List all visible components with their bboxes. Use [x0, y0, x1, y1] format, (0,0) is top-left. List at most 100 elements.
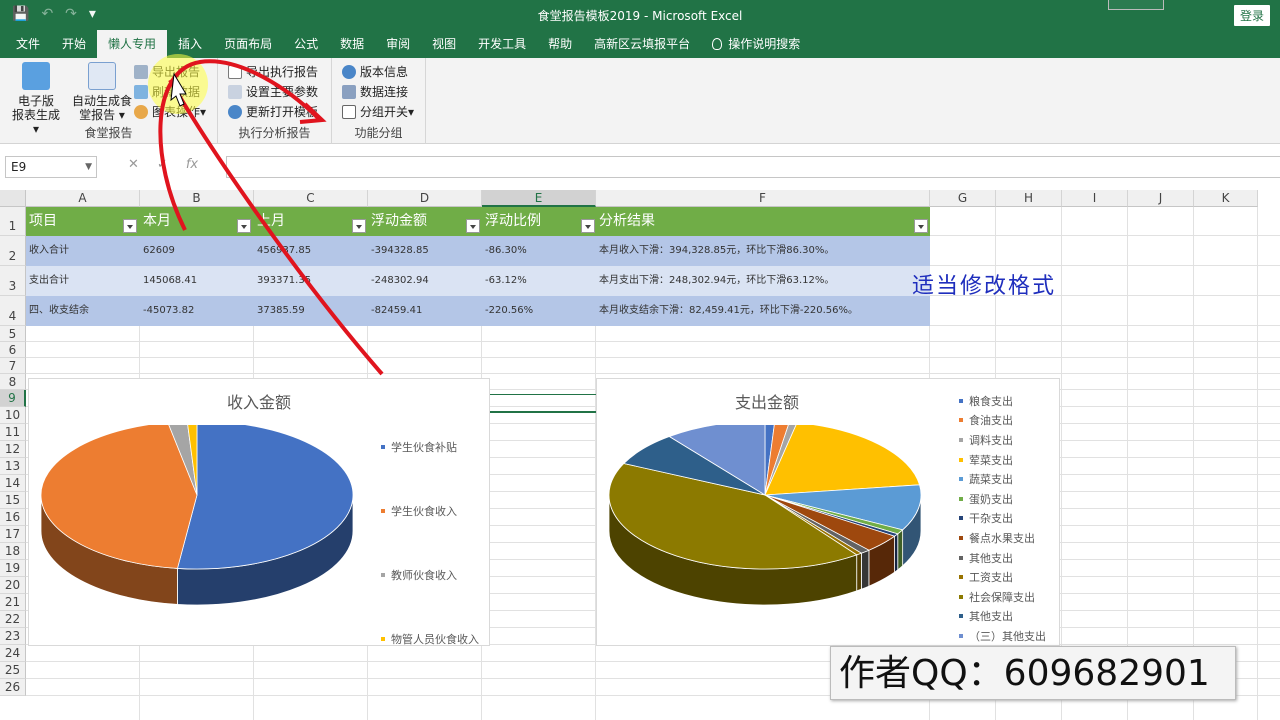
column-header-g[interactable]: G — [930, 190, 996, 207]
chart-operation-button[interactable]: 图表操作 ▾ — [134, 102, 206, 122]
tab-cloud-platform[interactable]: 高新区云填报平台 — [583, 30, 701, 58]
column-header-f[interactable]: F — [596, 190, 930, 207]
row-header-6[interactable]: 6 — [0, 342, 26, 358]
row-header-16[interactable]: 16 — [0, 509, 26, 526]
tab-data[interactable]: 数据 — [329, 30, 375, 58]
row-header-21[interactable]: 21 — [0, 594, 26, 611]
filter-dropdown-icon[interactable] — [914, 219, 928, 233]
table-cell[interactable]: -63.12% — [482, 266, 527, 296]
row-header-25[interactable]: 25 — [0, 662, 26, 679]
pie-slice-side — [860, 549, 870, 590]
tab-tell-me[interactable]: 操作说明搜索 — [701, 30, 811, 58]
data-connection-button[interactable]: 数据连接 — [342, 82, 408, 102]
table-cell[interactable]: -86.30% — [482, 236, 527, 266]
table-cell[interactable]: 收入合计 — [26, 236, 69, 266]
tab-home[interactable]: 开始 — [51, 30, 97, 58]
select-all-corner[interactable] — [0, 190, 26, 207]
column-header-b[interactable]: B — [140, 190, 254, 207]
row-header-4[interactable]: 4 — [0, 296, 26, 326]
column-header-c[interactable]: C — [254, 190, 368, 207]
row-header-10[interactable]: 10 — [0, 407, 26, 424]
tab-formulas[interactable]: 公式 — [283, 30, 329, 58]
expense-chart[interactable]: 支出金额 粮食支出 食油支出 调料支出 荤菜支出 蔬菜支出 蛋奶支出 干杂支出 餐点水果支出其… — [596, 378, 1060, 646]
row-header-19[interactable]: 19 — [0, 560, 26, 577]
income-chart[interactable]: 收入金额 学生伙食补贴 学生伙食收入 教师伙食收入 物管人员伙食收入 — [28, 378, 490, 646]
table-cell[interactable]: 四、收支结余 — [26, 296, 89, 326]
tab-review[interactable]: 审阅 — [375, 30, 421, 58]
filter-dropdown-icon[interactable] — [352, 219, 366, 233]
row-header-20[interactable]: 20 — [0, 577, 26, 594]
group-toggle-button[interactable]: 分组开关 ▾ — [342, 102, 414, 122]
filter-dropdown-icon[interactable] — [123, 219, 137, 233]
column-header-d[interactable]: D — [368, 190, 482, 207]
legend-label: 蔬菜支出 — [969, 473, 1013, 487]
filter-dropdown-icon[interactable] — [237, 219, 251, 233]
export-exec-report-button[interactable]: 导出执行报告 — [228, 62, 318, 82]
login-button[interactable]: 登录 — [1233, 5, 1270, 26]
table-cell[interactable]: -45073.82 — [140, 296, 194, 326]
version-info-button[interactable]: 版本信息 — [342, 62, 408, 82]
column-header-j[interactable]: J — [1128, 190, 1194, 207]
name-box[interactable]: E9 ▼ — [5, 156, 97, 178]
table-cell[interactable]: 62609 — [140, 236, 175, 266]
table-cell[interactable]: 393371.35 — [254, 266, 311, 296]
row-header-24[interactable]: 24 — [0, 645, 26, 662]
table-cell[interactable]: 本月支出下滑：248,302.94元，环比下滑63.12%。 — [596, 266, 834, 296]
row-header-9[interactable]: 9 — [0, 390, 26, 407]
row-header-2[interactable]: 2 — [0, 236, 26, 266]
column-header-i[interactable]: I — [1062, 190, 1128, 207]
row-header-7[interactable]: 7 — [0, 358, 26, 374]
tab-page-layout[interactable]: 页面布局 — [213, 30, 283, 58]
insert-function-icon[interactable]: fx — [186, 157, 198, 172]
legend-item: 学生伙食补贴 — [381, 415, 479, 479]
row-header-1[interactable]: 1 — [0, 207, 26, 236]
set-params-button[interactable]: 设置主要参数 — [228, 82, 318, 102]
row-header-11[interactable]: 11 — [0, 424, 26, 441]
row-header-14[interactable]: 14 — [0, 475, 26, 492]
row-header-8[interactable]: 8 — [0, 374, 26, 390]
refresh-data-button[interactable]: 刷新数据 — [134, 82, 200, 102]
update-template-button[interactable]: 更新打开模板 — [228, 102, 318, 122]
filter-dropdown-icon[interactable] — [466, 219, 480, 233]
tab-lazy-tools[interactable]: 懒人专用 — [97, 30, 168, 58]
row-header-3[interactable]: 3 — [0, 266, 26, 296]
tab-developer[interactable]: 开发工具 — [467, 30, 537, 58]
ribbon-display-options[interactable] — [1108, 0, 1164, 10]
tab-help[interactable]: 帮助 — [537, 30, 583, 58]
column-header-h[interactable]: H — [996, 190, 1062, 207]
column-header-a[interactable]: A — [26, 190, 140, 207]
tab-insert[interactable]: 插入 — [167, 30, 213, 58]
row-header-22[interactable]: 22 — [0, 611, 26, 628]
row-header-15[interactable]: 15 — [0, 492, 26, 509]
cancel-icon[interactable]: ✕ — [128, 157, 139, 172]
tab-file[interactable]: 文件 — [5, 30, 51, 58]
row-header-18[interactable]: 18 — [0, 543, 26, 560]
auto-report-button[interactable]: 自动生成食 堂报告 ▾ — [72, 62, 132, 122]
worksheet-grid[interactable]: ABCDEFGHIJK 1 2 3 4 5 6 7 8 9 10 11 12 13 14 15 16 17 18 1… — [0, 190, 1280, 720]
table-cell[interactable]: 456937.85 — [254, 236, 311, 266]
table-cell[interactable]: 支出合计 — [26, 266, 69, 296]
export-report-button[interactable]: 导出报告 — [134, 62, 200, 82]
row-header-26[interactable]: 26 — [0, 679, 26, 696]
table-cell[interactable]: 本月收入下滑：394,328.85元，环比下滑86.30%。 — [596, 236, 834, 266]
confirm-icon[interactable]: ✓ — [157, 157, 168, 172]
row-header-23[interactable]: 23 — [0, 628, 26, 645]
filter-dropdown-icon[interactable] — [581, 219, 595, 233]
table-cell[interactable]: 37385.59 — [254, 296, 305, 326]
table-cell[interactable]: -82459.41 — [368, 296, 422, 326]
row-header-5[interactable]: 5 — [0, 326, 26, 342]
table-cell[interactable]: 145068.41 — [140, 266, 197, 296]
table-cell[interactable]: -220.56% — [482, 296, 533, 326]
legend-item: 调料支出 — [959, 430, 1046, 450]
table-cell[interactable]: -394328.85 — [368, 236, 429, 266]
formula-input[interactable] — [226, 156, 1280, 178]
column-header-k[interactable]: K — [1194, 190, 1258, 207]
selected-cell-e9[interactable] — [490, 411, 596, 413]
row-header-17[interactable]: 17 — [0, 526, 26, 543]
tab-view[interactable]: 视图 — [421, 30, 467, 58]
table-cell[interactable]: -248302.94 — [368, 266, 429, 296]
row-header-12[interactable]: 12 — [0, 441, 26, 458]
table-cell[interactable]: 本月收支结余下滑：82,459.41元，环比下滑-220.56%。 — [596, 296, 858, 326]
row-header-13[interactable]: 13 — [0, 458, 26, 475]
column-header-e[interactable]: E — [482, 190, 596, 207]
